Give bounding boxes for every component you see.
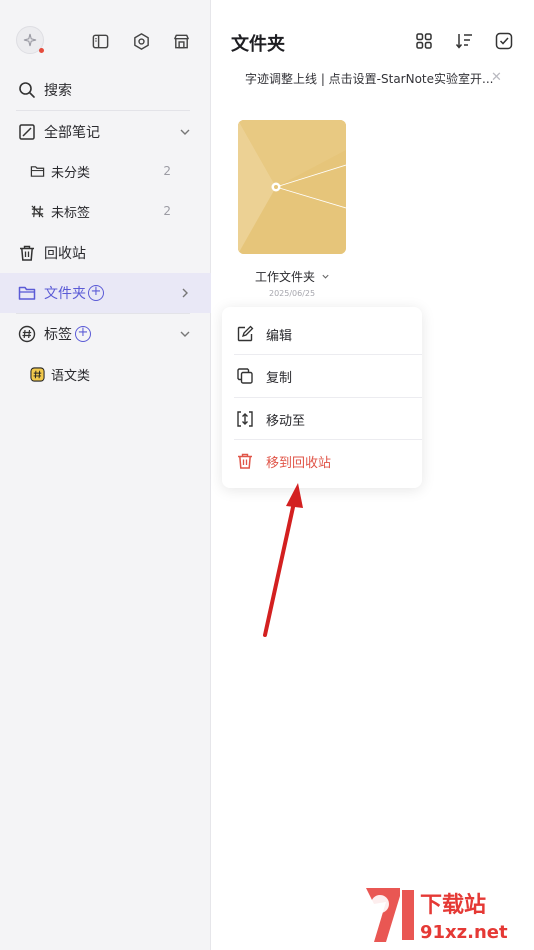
watermark-title: 下载站 <box>420 892 486 918</box>
watermark-logo: 下载站 91xz.net <box>358 882 530 946</box>
watermark-url: 91xz.net <box>420 922 508 943</box>
annotation-arrow <box>263 483 303 637</box>
